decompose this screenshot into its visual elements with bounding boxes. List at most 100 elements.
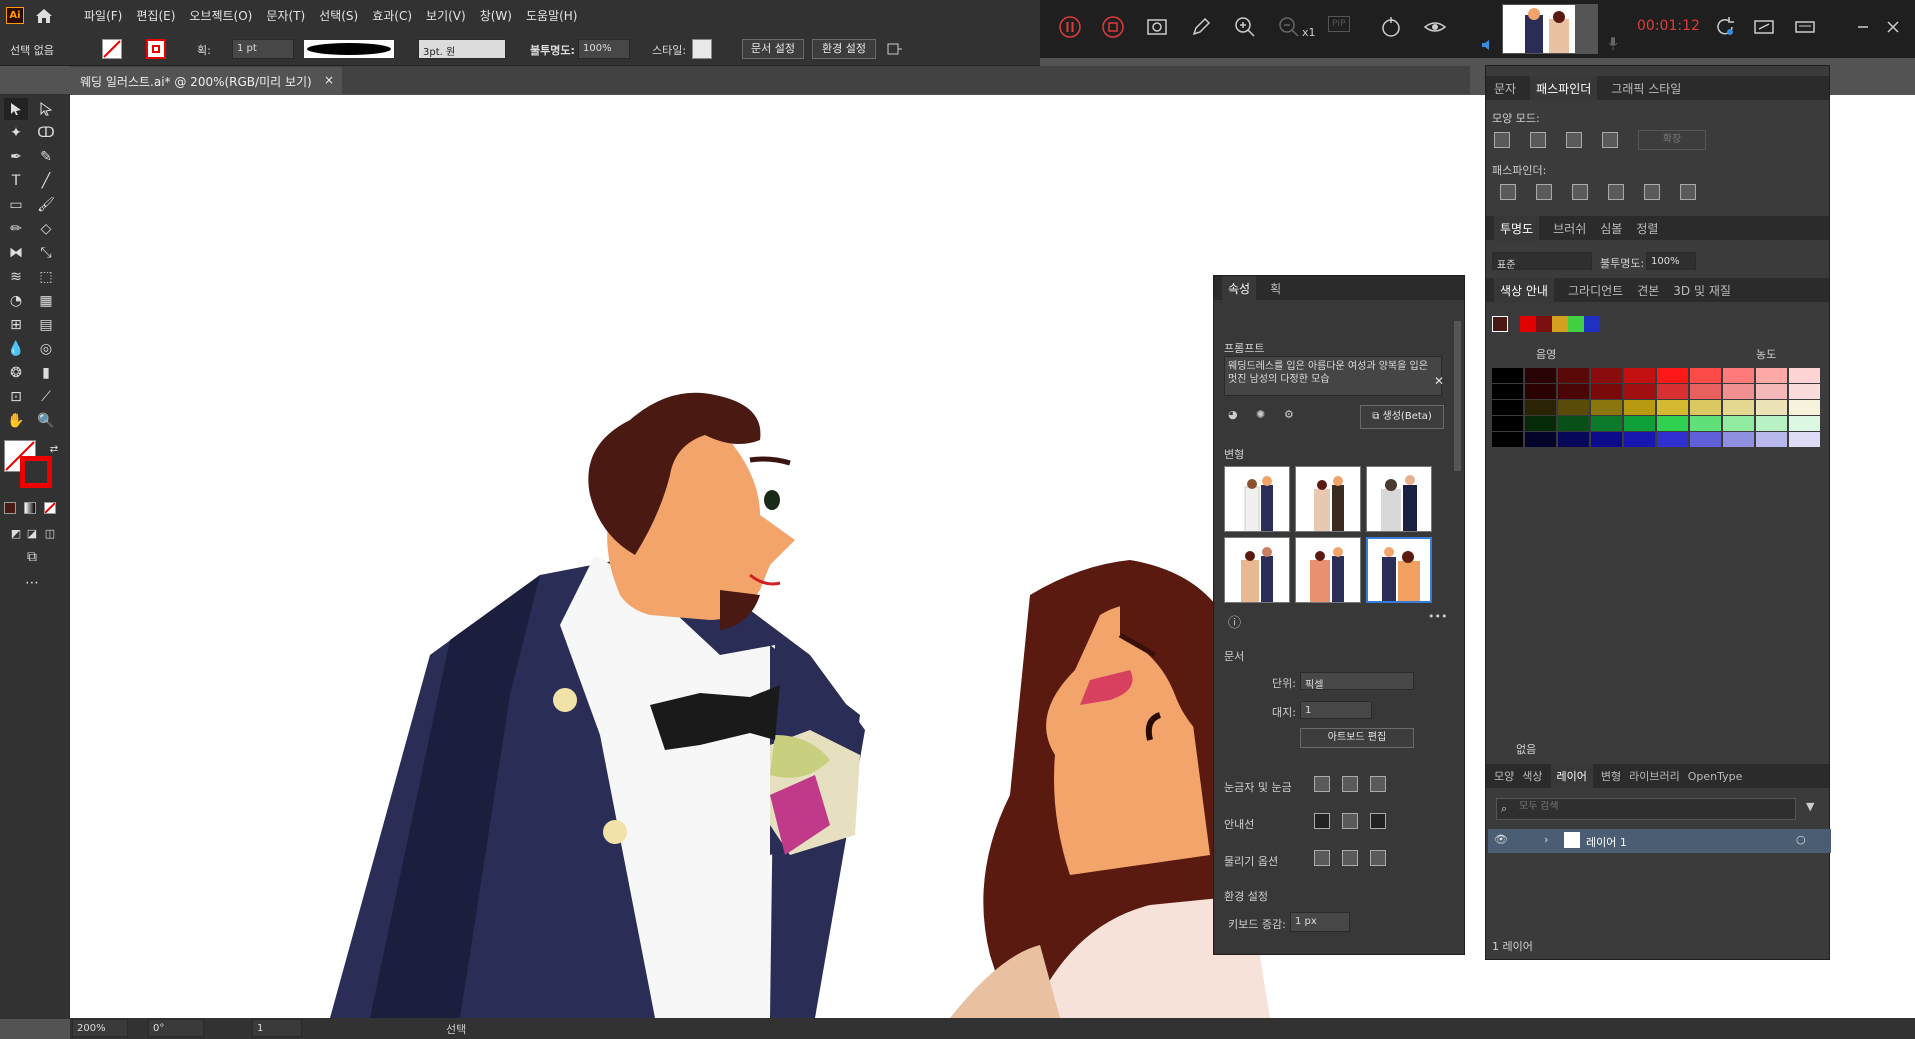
grid-icon[interactable] xyxy=(1342,776,1358,792)
variation-thumbnail[interactable] xyxy=(1224,466,1290,532)
zoom-tool-icon[interactable]: 🔍 xyxy=(34,410,58,432)
home-icon[interactable] xyxy=(34,6,54,26)
symbol-sprayer-tool-icon[interactable]: ❂ xyxy=(4,362,28,384)
color-grid-swatch[interactable] xyxy=(1591,432,1622,447)
outline-icon[interactable] xyxy=(1644,184,1660,200)
transparency-opacity-field[interactable]: 100% xyxy=(1646,252,1696,270)
color-grid-swatch[interactable] xyxy=(1789,368,1820,383)
color-grid-swatch[interactable] xyxy=(1624,384,1655,399)
effects-lightbulb-icon[interactable]: ✺ xyxy=(1256,408,1274,426)
layer-row[interactable]: 👁 › 레이어 1 ○ xyxy=(1486,829,1831,853)
perspective-grid-tool-icon[interactable]: ▦ xyxy=(34,290,58,312)
properties-scrollbar[interactable] xyxy=(1454,321,1461,471)
tab-symbols[interactable]: 심볼 xyxy=(1600,220,1622,237)
color-grid-swatch[interactable] xyxy=(1558,400,1589,415)
harmony-swatch[interactable] xyxy=(1520,316,1536,332)
zoom-out-icon[interactable] xyxy=(1276,14,1302,40)
layers-search[interactable]: ⌕ xyxy=(1496,798,1796,820)
harmony-swatch[interactable] xyxy=(1552,316,1568,332)
layers-search-input[interactable] xyxy=(1519,801,1789,812)
reflect-tool-icon[interactable]: ⧓ xyxy=(4,242,28,264)
clear-prompt-icon[interactable]: ✕ xyxy=(1434,374,1444,388)
tab-swatches[interactable]: 견본 xyxy=(1637,282,1659,299)
tab-opentype[interactable]: OpenType xyxy=(1688,770,1743,783)
color-grid-swatch[interactable] xyxy=(1723,384,1754,399)
color-mode-icon[interactable] xyxy=(4,502,16,514)
close-window-icon[interactable] xyxy=(1880,14,1906,40)
color-grid-swatch[interactable] xyxy=(1492,368,1523,383)
intersect-icon[interactable] xyxy=(1566,132,1582,148)
color-grid-swatch[interactable] xyxy=(1723,400,1754,415)
target-circle-icon[interactable]: ○ xyxy=(1796,833,1806,846)
selection-tool-icon[interactable] xyxy=(4,98,28,120)
color-grid-swatch[interactable] xyxy=(1492,432,1523,447)
settings-gear-icon[interactable]: ⚙ xyxy=(1284,408,1302,426)
color-grid-swatch[interactable] xyxy=(1756,368,1787,383)
more-options-icon[interactable]: ••• xyxy=(1428,610,1447,623)
color-grid-swatch[interactable] xyxy=(1756,384,1787,399)
color-grid-swatch[interactable] xyxy=(1492,384,1523,399)
color-grid-swatch[interactable] xyxy=(1591,416,1622,431)
preferences-button[interactable]: 환경 설정 xyxy=(812,39,876,59)
eraser-tool-icon[interactable]: ◇ xyxy=(34,218,58,240)
smart-guides-icon[interactable] xyxy=(1370,813,1386,829)
swap-colors-icon[interactable]: ⇄ xyxy=(42,438,66,460)
color-grid-swatch[interactable] xyxy=(1591,368,1622,383)
mesh-tool-icon[interactable]: ⊞ xyxy=(4,314,28,336)
variation-thumbnail[interactable] xyxy=(1295,537,1361,603)
menu-type[interactable]: 문자(T) xyxy=(266,7,305,24)
visibility-eye-icon[interactable]: 👁 xyxy=(1494,833,1508,846)
tab-properties[interactable]: 속성 xyxy=(1222,275,1257,301)
color-grid-swatch[interactable] xyxy=(1492,400,1523,415)
curvature-tool-icon[interactable]: ✎ xyxy=(34,146,58,168)
free-transform-tool-icon[interactable]: ⬚ xyxy=(34,266,58,288)
color-grid-swatch[interactable] xyxy=(1690,432,1721,447)
color-grid-swatch[interactable] xyxy=(1591,384,1622,399)
color-grid-swatch[interactable] xyxy=(1624,368,1655,383)
artboard-nav-field[interactable]: 1 xyxy=(252,1019,302,1037)
paintbrush-tool-icon[interactable]: 🖌 xyxy=(34,194,58,216)
menu-view[interactable]: 보기(V) xyxy=(426,7,466,24)
color-grid-swatch[interactable] xyxy=(1525,432,1556,447)
color-grid-swatch[interactable] xyxy=(1789,432,1820,447)
graphic-style-swatch[interactable] xyxy=(692,39,712,59)
tab-graphic-styles[interactable]: 그래픽 스타일 xyxy=(1611,80,1681,97)
color-grid-swatch[interactable] xyxy=(1723,416,1754,431)
keyboard-increment-field[interactable]: 1 px xyxy=(1290,912,1350,932)
exclude-icon[interactable] xyxy=(1602,132,1618,148)
blend-mode-select[interactable]: 표준 xyxy=(1492,252,1592,271)
blend-tool-icon[interactable]: ◎ xyxy=(34,338,58,360)
color-grid-swatch[interactable] xyxy=(1657,416,1688,431)
pause-record-icon[interactable] xyxy=(1057,14,1083,40)
artboard-select[interactable]: 1 xyxy=(1300,701,1372,719)
visibility-eye-icon[interactable] xyxy=(1422,14,1448,40)
units-select[interactable]: 픽셀 xyxy=(1300,672,1414,691)
color-grid-swatch[interactable] xyxy=(1690,368,1721,383)
color-grid-swatch[interactable] xyxy=(1789,400,1820,415)
menu-effect[interactable]: 효과(C) xyxy=(372,7,412,24)
snap-to-point-icon[interactable] xyxy=(1314,850,1330,866)
microphone-icon[interactable] xyxy=(1606,36,1620,50)
harmony-color-strip[interactable] xyxy=(1520,316,1600,332)
document-tab[interactable]: 웨딩 일러스트.ai* @ 200%(RGB/미리 보기) × xyxy=(70,67,342,94)
color-grid-swatch[interactable] xyxy=(1690,400,1721,415)
minus-back-icon[interactable] xyxy=(1680,184,1696,200)
color-grid-swatch[interactable] xyxy=(1657,432,1688,447)
direct-selection-tool-icon[interactable] xyxy=(34,98,58,120)
screen-mode-icon[interactable]: ⧉ xyxy=(20,546,44,568)
expand-button[interactable]: 확장 xyxy=(1638,130,1706,150)
harmony-swatch[interactable] xyxy=(1568,316,1584,332)
keyboard-icon[interactable] xyxy=(1792,14,1818,40)
transparency-grid-icon[interactable] xyxy=(1370,776,1386,792)
menu-window[interactable]: 창(W) xyxy=(480,7,512,24)
color-grid-swatch[interactable] xyxy=(1558,432,1589,447)
prompt-textarea[interactable]: 웨딩드레스를 입은 아름다운 여성과 양복을 입은 멋진 남성의 다정한 모습 xyxy=(1224,356,1442,396)
capture-area-icon[interactable] xyxy=(1751,14,1777,40)
tab-gradient[interactable]: 그라디언트 xyxy=(1568,282,1623,299)
document-setup-button[interactable]: 문서 설정 xyxy=(742,39,804,59)
artboard-tool-icon[interactable]: ⊡ xyxy=(4,386,28,408)
ruler-icon[interactable] xyxy=(1314,776,1330,792)
tab-stroke[interactable]: 획 xyxy=(1270,280,1281,297)
zoom-in-icon[interactable] xyxy=(1232,14,1258,40)
none-mode-icon[interactable] xyxy=(44,502,56,514)
